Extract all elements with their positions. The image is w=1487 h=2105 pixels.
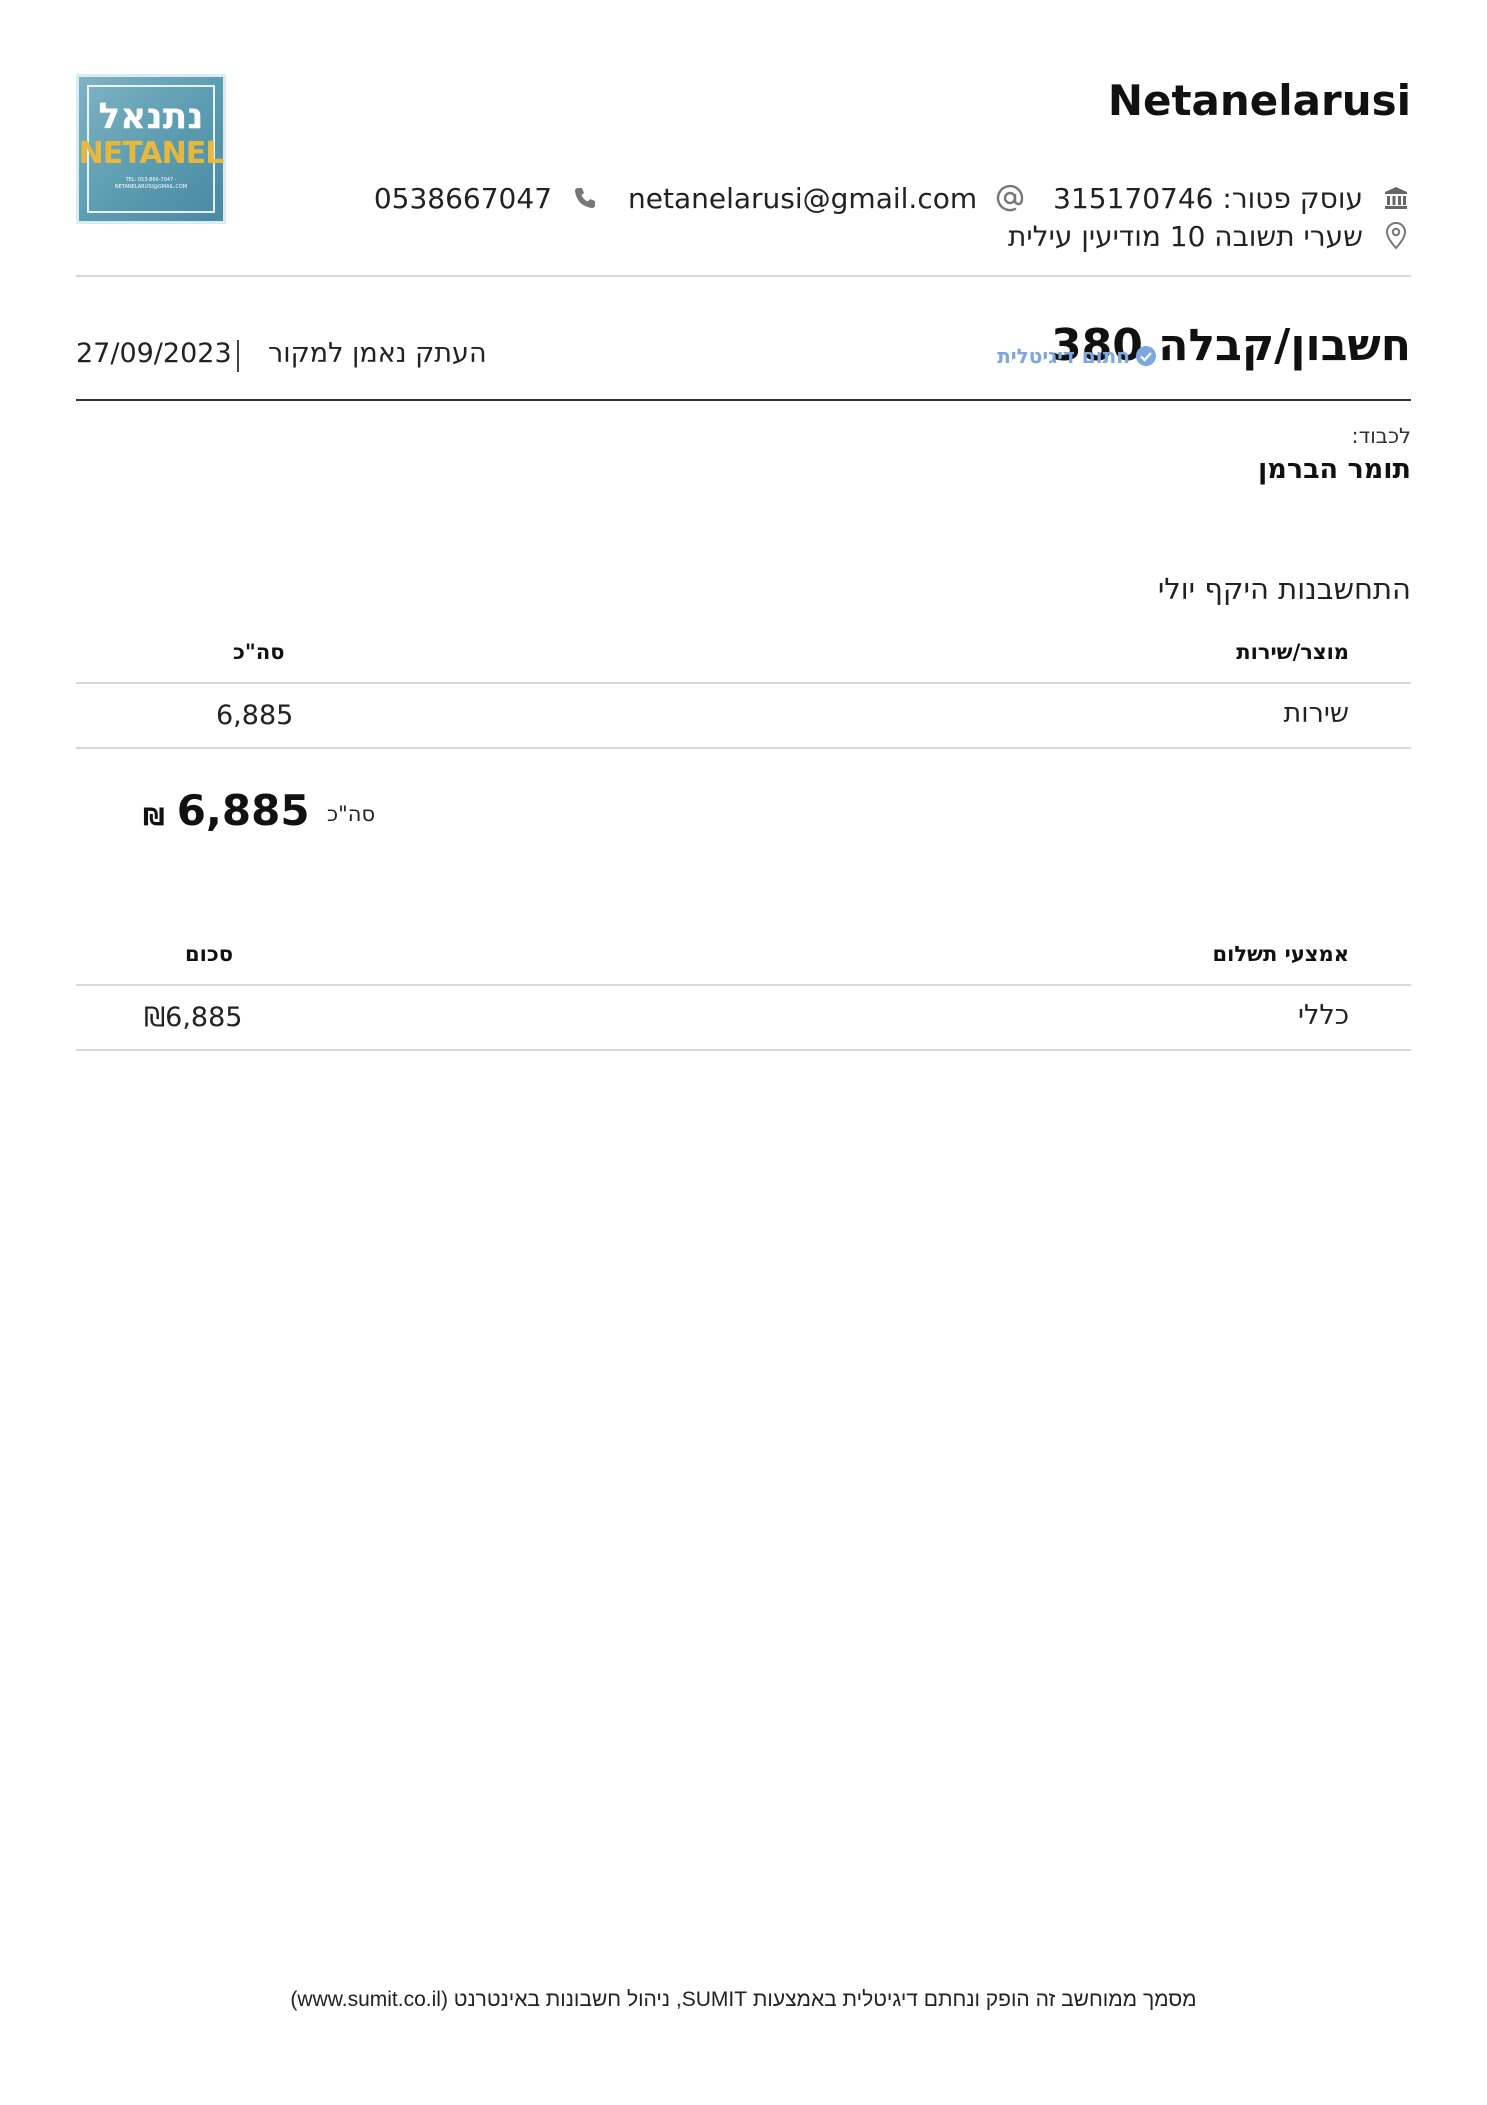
table-header-divider	[76, 682, 1411, 684]
payments-row-divider	[76, 1049, 1411, 1051]
payments-header-divider	[76, 984, 1411, 986]
tax-id: עוסק פטור: 315170746	[1053, 181, 1363, 215]
column-header-amount: סכום	[185, 942, 233, 966]
digitally-signed-badge: חתום דיגיטלית	[997, 344, 1157, 368]
location-pin-icon	[1381, 221, 1411, 251]
payment-method-cell: כללי	[1297, 1000, 1349, 1031]
column-header-payment-method: אמצעי תשלום	[1212, 942, 1349, 966]
signed-label: חתום דיגיטלית	[997, 344, 1130, 368]
item-total-cell: 6,885	[216, 700, 294, 731]
contact-row: עוסק פטור: 315170746 netanelarusi@gmail.…	[374, 178, 1411, 218]
logo-small-text: TEL: 053-866-7047 · NETANELARUSI@GMAIL.C…	[114, 177, 188, 190]
recipient-name: תומר הברמן	[1258, 454, 1411, 485]
document-description: התחשבנות היקף יולי	[1157, 572, 1411, 606]
table-row-divider	[76, 747, 1411, 749]
header-divider	[76, 275, 1411, 277]
title-divider	[76, 399, 1411, 401]
payment-amount-cell: ₪6,885	[144, 1002, 243, 1033]
phone-link[interactable]: 0538667047	[374, 182, 552, 215]
currency-symbol: ₪	[143, 803, 165, 831]
logo-frame: נתנאל NETANEL TEL: 053-866-7047 · NETANE…	[79, 85, 224, 213]
phone-icon	[570, 183, 600, 213]
business-name: Netanelarusi	[1107, 76, 1411, 125]
summary-amount: ₪ 6,885	[143, 786, 310, 835]
address: שערי תשובה 10 מודיעין עילית	[1007, 219, 1363, 253]
bank-icon	[1381, 183, 1411, 213]
copy-label: העתק נאמן למקור	[268, 338, 487, 369]
item-product-cell: שירות	[1283, 698, 1349, 729]
check-circle-icon	[1135, 345, 1157, 367]
at-sign-icon	[995, 183, 1025, 213]
logo-hebrew-text: נתנאל	[98, 96, 204, 137]
document-date: 27/09/2023	[76, 338, 232, 369]
footer-note: מסמך ממוחשב זה הופק ונחתם דיגיטלית באמצע…	[290, 1988, 1197, 2011]
business-logo: נתנאל NETANEL TEL: 053-866-7047 · NETANE…	[76, 74, 226, 224]
address-row: שערי תשובה 10 מודיעין עילית	[1008, 216, 1411, 256]
email-link[interactable]: netanelarusi@gmail.com	[628, 182, 977, 215]
summary-number: 6,885	[176, 786, 310, 835]
column-header-product: מוצר/שירות	[1236, 640, 1349, 664]
column-header-total: סה"כ	[233, 640, 285, 664]
recipient-label: לכבוד:	[1351, 424, 1411, 448]
vertical-separator	[237, 340, 239, 372]
summary-label: סה"כ	[327, 802, 376, 826]
logo-english-text: NETANEL	[78, 136, 225, 171]
